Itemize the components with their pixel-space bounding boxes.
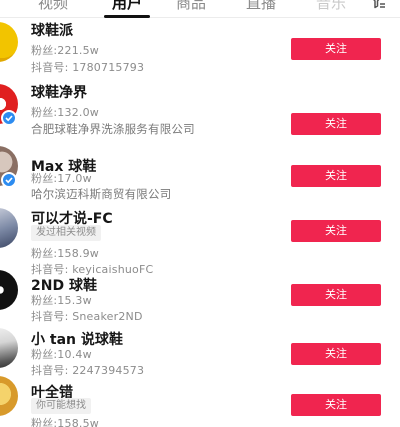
verified-badge-icon [1,110,17,126]
follow-button[interactable]: 关注 [291,113,381,135]
follow-button[interactable]: 关注 [291,38,381,60]
fans-count: 粉丝:132.0w [31,106,99,119]
avatar[interactable] [0,376,18,416]
avatar[interactable] [0,328,18,368]
user-name[interactable]: 球鞋净界 [31,82,87,102]
user-row[interactable]: 叶全错 你可能想找 粉丝:158.5w 抖音号: 1240727100 关注 [0,370,400,427]
related-video-tag: 发过相关视频 [31,225,101,241]
avatar[interactable] [0,208,18,248]
tab-videos[interactable]: 视频 [28,0,78,18]
search-category-tabs: 视频 用户 商品 直播 音乐 [0,0,400,18]
fans-count: 粉丝:15.3w [31,294,92,307]
fans-count: 粉丝:17.0w [31,172,92,185]
user-row[interactable]: 可以才说-FC 发过相关视频 粉丝:158.9w 抖音号: keyicaishu… [0,190,400,276]
tab-live[interactable]: 直播 [236,0,286,18]
follow-button[interactable]: 关注 [291,394,381,416]
follow-button[interactable]: 关注 [291,343,381,365]
follow-button[interactable]: 关注 [291,165,381,187]
verified-description: 合肥球鞋净界洗涤服务有限公司 [31,122,195,136]
suggestion-tag: 你可能想找 [31,398,91,414]
user-row[interactable]: 小 tan 说球鞋 粉丝:10.4w 抖音号: 2247394573 关注 [0,314,400,377]
tab-products[interactable]: 商品 [166,0,216,18]
tab-music[interactable]: 音乐 [306,0,356,18]
avatar[interactable] [0,22,18,62]
follow-button[interactable]: 关注 [291,284,381,306]
douyin-id: 抖音号: 1780715793 [31,61,145,74]
follow-button[interactable]: 关注 [291,220,381,242]
user-row[interactable]: 球鞋净界 粉丝:132.0w 合肥球鞋净界洗涤服务有限公司 关注 [0,80,400,140]
avatar[interactable] [0,270,18,310]
user-row[interactable]: 2ND 球鞋 粉丝:15.3w 抖音号: Sneaker2ND 关注 [0,256,400,323]
user-name[interactable]: 球鞋派 [31,20,73,40]
user-row[interactable]: 球鞋派 粉丝:221.5w 抖音号: 1780715793 关注 [0,18,400,78]
search-results-screen: 视频 用户 商品 直播 音乐 球鞋派 粉丝:221.5w 抖音号: 178071… [0,0,400,427]
filter-icon[interactable] [368,0,386,10]
fans-count: 粉丝:158.5w [31,417,99,427]
fans-count: 粉丝:221.5w [31,44,99,57]
verified-badge-icon [1,172,17,188]
fans-count: 粉丝:10.4w [31,348,92,361]
